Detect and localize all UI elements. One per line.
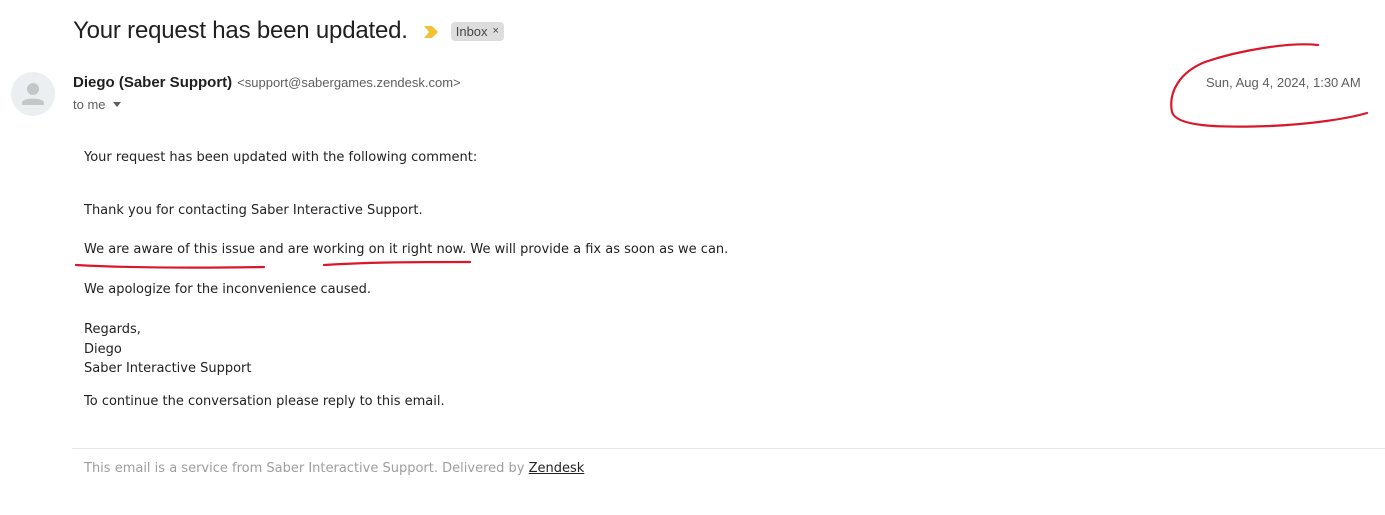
body-line: Thank you for contacting Saber Interacti… bbox=[84, 203, 423, 218]
sender-name[interactable]: Diego (Saber Support) bbox=[73, 74, 232, 91]
underline-annotation-1 bbox=[74, 263, 266, 269]
sender-avatar[interactable] bbox=[11, 72, 55, 116]
inbox-label-text: Inbox bbox=[455, 23, 488, 39]
email-subject: Your request has been updated. bbox=[73, 17, 408, 44]
body-line: Regards, bbox=[84, 322, 141, 337]
importance-marker-icon[interactable] bbox=[423, 25, 438, 38]
person-avatar-icon bbox=[22, 83, 44, 105]
body-line: Saber Interactive Support bbox=[84, 361, 252, 376]
recipient-text: to me bbox=[73, 97, 106, 112]
sender-email: <support@sabergames.zendesk.com> bbox=[237, 75, 461, 90]
body-line: Diego bbox=[84, 342, 122, 357]
footer-text: This email is a service from Saber Inter… bbox=[84, 461, 529, 476]
inbox-label-chip[interactable]: Inbox × bbox=[450, 21, 504, 41]
footer-divider bbox=[72, 448, 1385, 449]
subject-row: Your request has been updated. Inbox × bbox=[73, 17, 504, 45]
underline-annotation-2 bbox=[322, 260, 472, 267]
chevron-down-icon[interactable] bbox=[112, 102, 121, 107]
sender-line: Diego (Saber Support) <support@sabergame… bbox=[73, 74, 461, 91]
body-line: We are aware of this issue and are worki… bbox=[84, 242, 729, 257]
email-date: Sun, Aug 4, 2024, 1:30 AM bbox=[1206, 75, 1361, 90]
body-line: We apologize for the inconvenience cause… bbox=[84, 282, 372, 297]
zendesk-link[interactable]: Zendesk bbox=[529, 461, 585, 476]
body-line: To continue the conversation please repl… bbox=[84, 394, 445, 409]
body-line: Your request has been updated with the f… bbox=[84, 150, 478, 165]
recipient-line: to me bbox=[73, 97, 121, 112]
remove-label-icon[interactable]: × bbox=[493, 25, 499, 37]
email-view: Your request has been updated. Inbox × D… bbox=[0, 0, 1385, 515]
email-footer: This email is a service from Saber Inter… bbox=[84, 461, 584, 476]
